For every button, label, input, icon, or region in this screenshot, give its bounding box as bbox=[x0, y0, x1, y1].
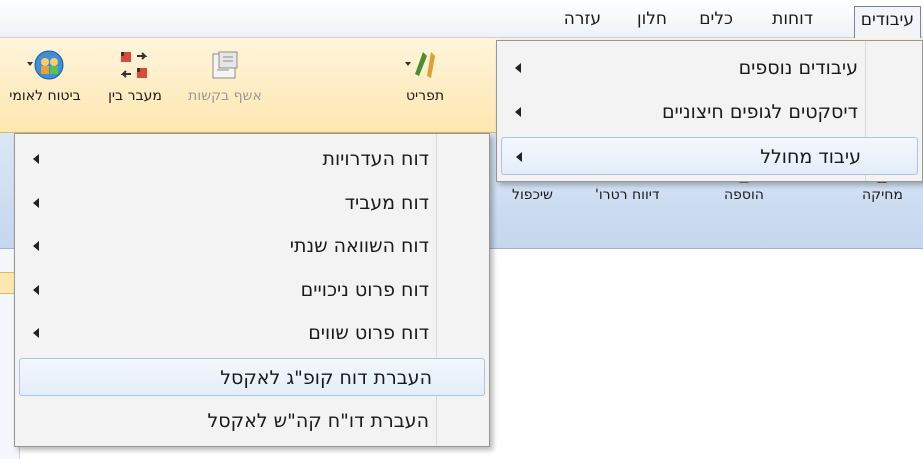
submenu-arrow-icon bbox=[33, 328, 39, 338]
submenu-arrow-icon bbox=[33, 241, 39, 251]
transfer-between-button[interactable]: מעבר בין bbox=[90, 48, 180, 128]
transfer-between-label: מעבר בין bbox=[108, 88, 162, 104]
menu-bar: עיבודים דוחות כלים חלון עזרה bbox=[0, 0, 923, 38]
menu-item-absences-report[interactable]: דוח העדרויות bbox=[19, 140, 485, 178]
duplicate-label: שיכפול bbox=[512, 187, 553, 203]
menu-item-label: דוח פרוט ניכויים bbox=[300, 279, 429, 301]
submenu-arrow-icon bbox=[33, 198, 39, 208]
submenu-arrow-icon bbox=[515, 63, 521, 73]
menu-tools[interactable]: כלים bbox=[693, 8, 739, 34]
menu-item-label: דוח מעביד bbox=[344, 192, 429, 214]
menu-button[interactable]: תפריט bbox=[380, 48, 470, 128]
menu-item-export-study-fund-report-excel[interactable]: העברת דו"ח קה"ש לאקסל bbox=[19, 402, 485, 440]
wizard-form-icon bbox=[212, 51, 238, 79]
menu-item-label: עיבוד מחולל bbox=[760, 146, 861, 168]
submenu-arrow-icon bbox=[33, 154, 39, 164]
menu-help[interactable]: עזרה bbox=[558, 8, 607, 34]
globe-people-icon bbox=[27, 50, 64, 80]
retro-report-label: דיווח רטרו' bbox=[595, 187, 660, 203]
menu-item-generator-processing[interactable]: עיבוד מחולל bbox=[501, 137, 918, 175]
menu-item-label: העברת דוח קופ"ג לאקסל bbox=[220, 367, 432, 389]
menu-label: תפריט bbox=[405, 88, 445, 104]
tools-icon bbox=[405, 52, 435, 78]
menu-item-label: עיבודים נוספים bbox=[738, 57, 858, 79]
menu-reports[interactable]: דוחות bbox=[766, 8, 819, 34]
menu-item-export-fund-report-excel[interactable]: העברת דוח קופ"ג לאקסל bbox=[19, 358, 485, 396]
menu-item-deductions-detail-report[interactable]: דוח פרוט ניכויים bbox=[19, 271, 485, 309]
generator-submenu: דוח העדרויות דוח מעביד דוח השוואה שנתי ד… bbox=[14, 133, 490, 447]
menu-window[interactable]: חלון bbox=[631, 8, 673, 34]
menu-item-benefits-detail-report[interactable]: דוח פרוט שווים bbox=[19, 314, 485, 352]
submenu-arrow-icon bbox=[515, 107, 521, 117]
menu-item-label: דוח השוואה שנתי bbox=[289, 235, 429, 257]
menu-item-label: דוח העדרויות bbox=[322, 148, 430, 170]
menu-item-label: דיסקטים לגופים חיצוניים bbox=[661, 101, 858, 123]
delete-label: מחיקה bbox=[862, 187, 903, 203]
submenu-arrow-icon bbox=[33, 285, 39, 295]
menu-item-additional-processing[interactable]: עיבודים נוספים bbox=[501, 49, 918, 87]
national-insurance-button[interactable]: ביטוח לאומי bbox=[0, 48, 90, 128]
menu-item-external-diskettes[interactable]: דיסקטים לגופים חיצוניים bbox=[501, 93, 918, 131]
menu-item-label: דוח פרוט שווים bbox=[308, 322, 429, 344]
requests-wizard-label: אשף בקשות bbox=[188, 88, 262, 104]
requests-wizard-button[interactable]: אשף בקשות bbox=[180, 48, 270, 128]
menu-item-employer-report[interactable]: דוח מעביד bbox=[19, 184, 485, 222]
submenu-arrow-icon bbox=[516, 152, 522, 162]
menu-item-annual-comparison-report[interactable]: דוח השוואה שנתי bbox=[19, 227, 485, 265]
menu-item-label: העברת דו"ח קה"ש לאקסל bbox=[207, 410, 429, 432]
processing-menu: עיבודים נוספים דיסקטים לגופים חיצוניים ע… bbox=[496, 40, 923, 182]
menu-processing[interactable]: עיבודים bbox=[853, 6, 921, 38]
add-label: הוספה bbox=[724, 187, 764, 203]
factory-transfer-icon bbox=[120, 52, 148, 78]
national-insurance-label: ביטוח לאומי bbox=[9, 88, 81, 104]
